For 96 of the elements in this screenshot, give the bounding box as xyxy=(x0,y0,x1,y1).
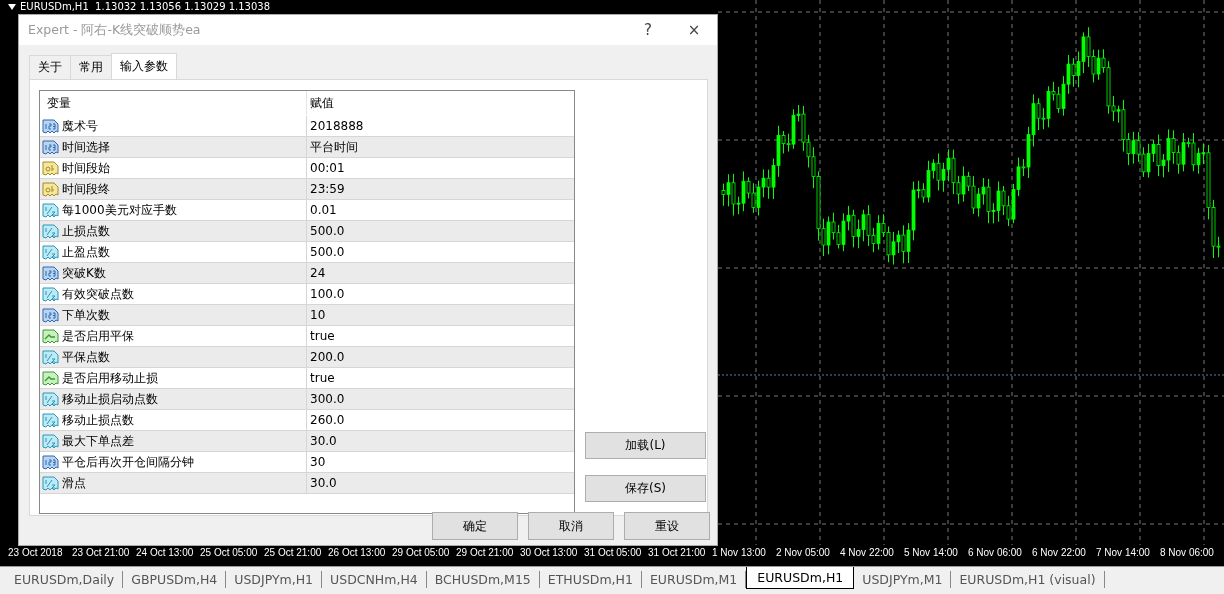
parameter-value[interactable]: 100.0 xyxy=(307,287,345,301)
chart-tab[interactable]: BCHUSDm,M15 xyxy=(426,571,540,588)
time-axis-label: 30 Oct 13:00 xyxy=(520,547,579,560)
parameter-value[interactable]: 300.0 xyxy=(307,392,345,406)
parameter-value[interactable]: 23:59 xyxy=(307,182,345,196)
parameter-value[interactable]: 200.0 xyxy=(307,350,345,364)
column-header[interactable]: 变量 xyxy=(40,91,307,115)
time-axis-label: 29 Oct 05:00 xyxy=(392,547,451,560)
parameter-name: 平保点数 xyxy=(62,348,110,366)
parameter-value[interactable]: 00:01 xyxy=(307,161,345,175)
parameter-value[interactable]: 500.0 xyxy=(307,245,345,259)
time-axis-label: 25 Oct 05:00 xyxy=(200,547,259,560)
parameter-name: 移动止损启动点数 xyxy=(62,390,158,408)
parameter-name: 是否启用平保 xyxy=(62,327,134,345)
time-axis-label: 31 Oct 21:00 xyxy=(648,547,707,560)
time-axis-label: 23 Oct 21:00 xyxy=(72,547,131,560)
time-axis-label: 2 Nov 05:00 xyxy=(776,547,831,560)
fraction-type-icon xyxy=(42,244,59,260)
time-axis-label: 4 Nov 22:00 xyxy=(840,547,895,560)
close-button[interactable]: × xyxy=(671,21,717,39)
time-axis-label: 8 Nov 06:00 xyxy=(1160,547,1215,560)
fraction-type-icon xyxy=(42,349,59,365)
parameter-name: 突破K数 xyxy=(62,264,106,282)
parameter-value[interactable]: 24 xyxy=(307,266,326,280)
time-axis-label: 26 Oct 13:00 xyxy=(328,547,387,560)
dialog-button[interactable]: 重设 xyxy=(624,512,710,540)
side-button[interactable]: 加载(L) xyxy=(585,432,706,459)
fraction-type-icon xyxy=(42,223,59,239)
parameter-value[interactable]: 500.0 xyxy=(307,224,345,238)
time-axis-label: 7 Nov 14:00 xyxy=(1096,547,1151,560)
boolean-type-icon xyxy=(42,370,59,386)
fraction-type-icon xyxy=(42,286,59,302)
parameter-value[interactable]: true xyxy=(307,371,335,385)
tab[interactable]: 关于 xyxy=(29,55,71,79)
time-axis-label: 24 Oct 13:00 xyxy=(136,547,195,560)
fraction-type-icon xyxy=(42,391,59,407)
parameter-name: 止盈点数 xyxy=(62,243,110,261)
time-axis-label: 31 Oct 05:00 xyxy=(584,547,643,560)
fraction-type-icon xyxy=(42,433,59,449)
tab[interactable]: 输入参数 xyxy=(111,53,177,79)
time-axis-label: 25 Oct 21:00 xyxy=(264,547,323,560)
parameter-name: 是否启用移动止损 xyxy=(62,369,158,387)
chart-tab[interactable]: ETHUSDm,H1 xyxy=(539,571,642,588)
parameter-name: 移动止损点数 xyxy=(62,411,134,429)
parameter-name: 最大下单点差 xyxy=(62,432,134,450)
chart-tab[interactable]: EURUSDm,H1 (visual) xyxy=(951,571,1105,588)
chart-tab[interactable]: EURUSDm,H1 xyxy=(746,567,855,589)
parameter-name: 滑点 xyxy=(62,474,86,492)
dialog-button[interactable]: 确定 xyxy=(432,512,518,540)
parameter-name: 魔术号 xyxy=(62,117,98,135)
fraction-type-icon xyxy=(42,202,59,218)
parameter-value[interactable]: 30.0 xyxy=(307,434,337,448)
parameter-value[interactable]: 0.01 xyxy=(307,203,337,217)
parameter-name: 时间段终 xyxy=(62,180,110,198)
fraction-type-icon xyxy=(42,475,59,491)
parameter-value[interactable]: 2018888 xyxy=(307,119,364,133)
boolean-type-icon xyxy=(42,328,59,344)
chart-tab[interactable]: USDJPYm,H1 xyxy=(226,571,323,588)
integer-type-icon xyxy=(42,454,59,470)
time-axis-label: 29 Oct 21:00 xyxy=(456,547,515,560)
chart-tab[interactable]: USDCNHm,H4 xyxy=(322,571,427,588)
fraction-type-icon xyxy=(42,412,59,428)
parameter-name: 有效突破点数 xyxy=(62,285,134,303)
parameter-name: 时间段始 xyxy=(62,159,110,177)
time-axis-label: 5 Nov 14:00 xyxy=(904,547,959,560)
parameter-name: 每1000美元对应手数 xyxy=(62,201,177,219)
chart-header: EURUSDm,H1 1.13032 1.13056 1.13029 1.13038 xyxy=(20,1,271,12)
chart-tab[interactable]: USDJPYm,M1 xyxy=(854,571,952,588)
time-axis-label: 6 Nov 06:00 xyxy=(968,547,1023,560)
time-axis-label: 6 Nov 22:00 xyxy=(1032,547,1087,560)
text-type-icon xyxy=(42,160,59,176)
parameter-name: 时间选择 xyxy=(62,138,110,156)
dropdown-arrow-icon[interactable] xyxy=(8,3,16,10)
parameter-value[interactable]: 10 xyxy=(307,308,326,322)
integer-type-icon xyxy=(42,118,59,134)
parameter-value[interactable]: 260.0 xyxy=(307,413,345,427)
parameter-value[interactable]: true xyxy=(307,329,335,343)
side-button[interactable]: 保存(S) xyxy=(585,475,706,502)
integer-type-icon xyxy=(42,265,59,281)
help-button[interactable]: ? xyxy=(625,21,671,39)
integer-type-icon xyxy=(42,307,59,323)
time-axis-label: 1 Nov 13:00 xyxy=(712,547,767,560)
parameter-name: 下单次数 xyxy=(62,306,110,324)
time-axis-label: 23 Oct 2018 xyxy=(8,547,64,560)
parameter-value[interactable]: 平台时间 xyxy=(307,138,358,156)
dialog-button[interactable]: 取消 xyxy=(528,512,614,540)
parameter-name: 止损点数 xyxy=(62,222,110,240)
parameter-name: 平仓后再次开仓间隔分钟 xyxy=(62,453,194,471)
column-header[interactable]: 赋值 xyxy=(307,94,334,112)
parameter-value[interactable]: 30 xyxy=(307,455,326,469)
parameter-value[interactable]: 30.0 xyxy=(307,476,337,490)
window-title: Expert - 阿右-K线突破顺势ea xyxy=(28,21,202,39)
integer-type-icon xyxy=(42,139,59,155)
text-type-icon xyxy=(42,181,59,197)
chart-tab[interactable]: GBPUSDm,H4 xyxy=(123,571,227,588)
chart-tab[interactable]: EURUSDm,Daily xyxy=(6,571,124,588)
